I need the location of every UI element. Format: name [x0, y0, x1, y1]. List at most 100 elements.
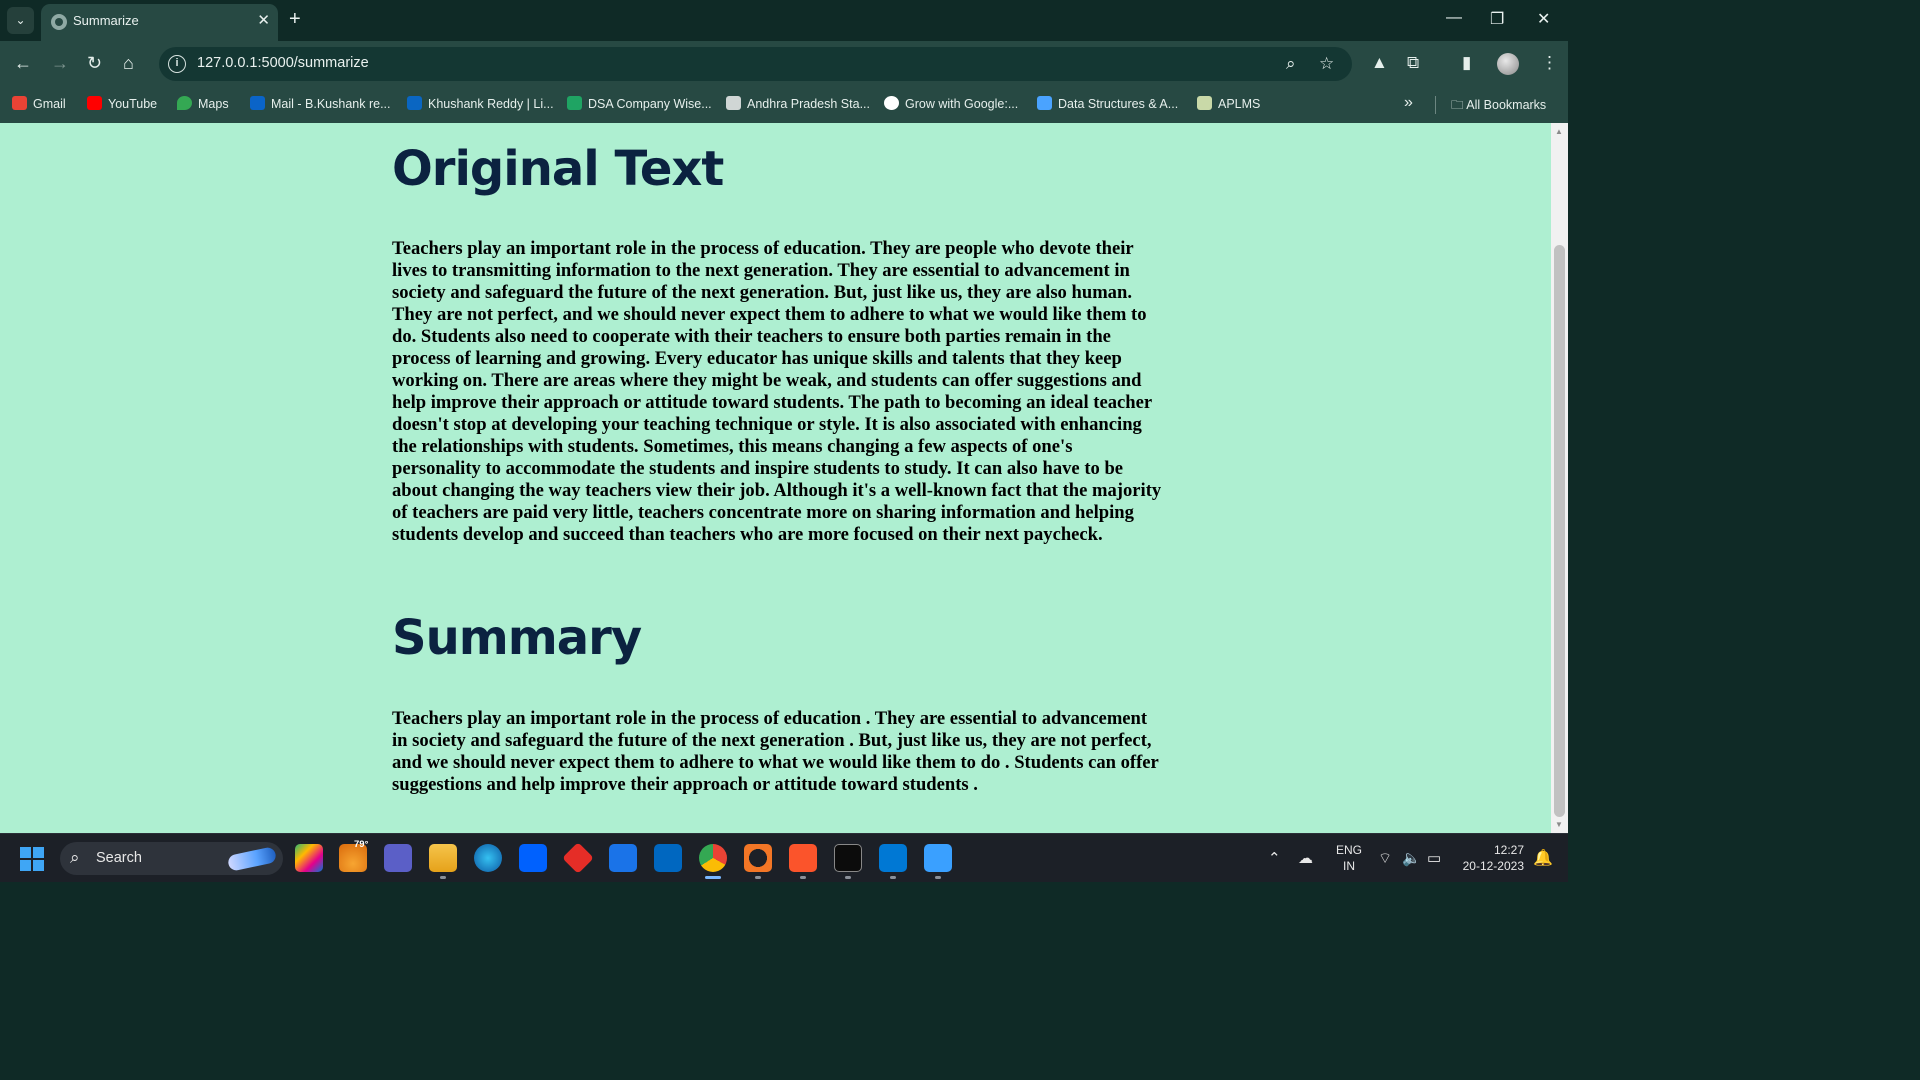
edge-icon[interactable]	[474, 844, 502, 872]
bookmark-data-structures[interactable]: Data Structures & A...	[1037, 96, 1178, 114]
scroll-up-arrow-icon[interactable]: ▲	[1555, 127, 1563, 136]
tab-summarize[interactable]: Summarize ✕	[41, 4, 278, 41]
site-info-icon[interactable]: i	[168, 55, 186, 73]
summary-text-block: Teachers play an important role in the p…	[392, 708, 1162, 796]
close-window-icon[interactable]: ✕	[1537, 9, 1550, 29]
jupyter-icon[interactable]	[744, 844, 772, 872]
wifi-icon[interactable]: ⌔	[1378, 849, 1392, 868]
tab-search-button[interactable]: ⌄	[7, 7, 34, 34]
bookmark-label: Gmail	[33, 97, 66, 111]
bookmark-label: Data Structures & A...	[1058, 97, 1179, 111]
start-logo-tile	[33, 847, 44, 858]
dropbox-icon[interactable]	[519, 844, 547, 872]
windows-start-button[interactable]	[20, 847, 44, 871]
bookmark-label: Khushank Reddy | Li...	[428, 97, 554, 111]
bookmark-outlook[interactable]: Mail - B.Kushank re...	[250, 96, 391, 114]
mail-icon[interactable]	[609, 844, 637, 872]
teams-icon[interactable]	[384, 844, 412, 872]
terminal-icon[interactable]	[834, 844, 862, 872]
sheets-icon	[567, 96, 582, 110]
new-tab-button[interactable]: +	[289, 8, 301, 30]
tab-close-button[interactable]: ✕	[257, 11, 270, 29]
original-text-paragraph: Teachers play an important role in the p…	[392, 238, 1162, 545]
bookmark-label: Grow with Google:...	[905, 97, 1019, 111]
search-icon: ⌕	[70, 848, 80, 867]
bookmark-linkedin[interactable]: Khushank Reddy | Li...	[407, 96, 554, 114]
profile-avatar[interactable]	[1497, 53, 1519, 75]
udemy-icon	[1037, 96, 1052, 110]
maps-icon	[177, 96, 192, 110]
google-icon	[884, 96, 899, 110]
red-diamond-app-icon[interactable]	[562, 842, 594, 874]
summary-heading: Summary	[392, 610, 642, 666]
bookmark-andhra-pradesh[interactable]: Andhra Pradesh Sta...	[726, 96, 870, 114]
minimize-icon[interactable]: —	[1446, 9, 1462, 27]
tab-strip: ⌄ Summarize ✕ + — ❐ ✕	[0, 0, 1568, 41]
onedrive-icon[interactable]: ☁	[1298, 849, 1313, 867]
running-indicator	[845, 876, 851, 879]
bookmark-label: Mail - B.Kushank re...	[271, 97, 391, 111]
extensions-puzzle-icon[interactable]: ⧉	[1407, 53, 1419, 73]
file-explorer-icon[interactable]	[429, 844, 457, 872]
volume-icon[interactable]: 🔈	[1402, 849, 1421, 867]
home-button[interactable]: ⌂	[123, 53, 134, 73]
brave-icon[interactable]	[789, 844, 817, 872]
chart-icon	[726, 96, 741, 110]
notification-bell-icon[interactable]: 🔔	[1533, 848, 1553, 868]
bookmark-grow-with-google[interactable]: Grow with Google:...	[884, 96, 1018, 114]
running-indicator	[800, 876, 806, 879]
aplms-icon	[1197, 96, 1212, 110]
taskbar-search[interactable]: ⌕ Search	[60, 842, 283, 875]
language-code: ENG	[1336, 843, 1363, 857]
clock[interactable]: 12:27 20-12-2023	[1459, 842, 1524, 874]
search-highlight-icon	[226, 846, 278, 872]
extension-triangle-icon[interactable]: ▲	[1371, 53, 1388, 73]
weather-temperature: 79°	[354, 839, 369, 850]
scroll-thumb[interactable]	[1554, 245, 1565, 817]
windows-taskbar: ⌕ Search 79° ⌃ ☁ ENG IN ⌔ 🔈 ▭ 12:27 20-1…	[0, 833, 1568, 882]
outlook-icon	[250, 96, 265, 110]
bookmark-star-icon[interactable]: ☆	[1319, 54, 1334, 74]
original-text-heading: Original Text	[392, 141, 724, 197]
chrome-icon[interactable]	[699, 844, 727, 872]
bookmark-gmail[interactable]: Gmail	[12, 96, 66, 114]
search-label: Search	[96, 850, 142, 866]
forward-button[interactable]: →	[51, 53, 69, 73]
summary-paragraph: Teachers play an important role in the p…	[392, 708, 1159, 795]
bookmark-dsa-sheet[interactable]: DSA Company Wise...	[567, 96, 712, 114]
url-text[interactable]: 127.0.0.1:5000/summarize	[197, 55, 369, 71]
summary-section: Summary	[392, 610, 1162, 666]
bookmark-maps[interactable]: Maps	[177, 96, 229, 114]
scroll-down-arrow-icon[interactable]: ▼	[1555, 820, 1563, 829]
battery-icon[interactable]: ▭	[1427, 849, 1441, 867]
zoom-icon[interactable]: ⌕	[1286, 54, 1296, 74]
clock-date: 20-12-2023	[1462, 859, 1524, 873]
restore-icon[interactable]: ❐	[1490, 9, 1504, 29]
chevron-up-icon[interactable]: ⌃	[1268, 849, 1281, 867]
bookmark-label: YouTube	[108, 97, 158, 111]
store-icon[interactable]	[654, 844, 682, 872]
bookmark-aplms[interactable]: APLMS	[1197, 96, 1260, 114]
page-scrollbar[interactable]: ▲ ▼	[1551, 123, 1568, 833]
active-indicator	[705, 876, 721, 879]
notepad-icon[interactable]	[924, 844, 952, 872]
address-bar[interactable]: i 127.0.0.1:5000/summarize ⌕ ☆	[159, 47, 1352, 81]
tab-title: Summarize	[73, 13, 139, 28]
vscode-icon[interactable]	[879, 844, 907, 872]
language-indicator[interactable]: ENG IN	[1336, 842, 1362, 874]
bookmark-label: DSA Company Wise...	[588, 97, 712, 111]
back-button[interactable]: ←	[14, 53, 32, 73]
start-logo-tile	[33, 860, 44, 871]
page-viewport: Original Text Teachers play an important…	[0, 123, 1551, 833]
bookmark-youtube[interactable]: YouTube	[87, 96, 157, 114]
more-bookmarks-button[interactable]: »	[1404, 94, 1413, 112]
reload-button[interactable]: ↻	[87, 53, 102, 73]
running-indicator	[755, 876, 761, 879]
side-panel-icon[interactable]: ▮	[1462, 53, 1471, 73]
copilot-icon[interactable]	[295, 844, 323, 872]
clock-time: 12:27	[1493, 843, 1524, 857]
linkedin-icon	[407, 96, 422, 110]
all-bookmarks-button[interactable]: 🗀 All Bookmarks	[1451, 96, 1546, 117]
running-indicator	[935, 876, 941, 879]
more-menu-icon[interactable]: ⋮	[1541, 53, 1558, 73]
